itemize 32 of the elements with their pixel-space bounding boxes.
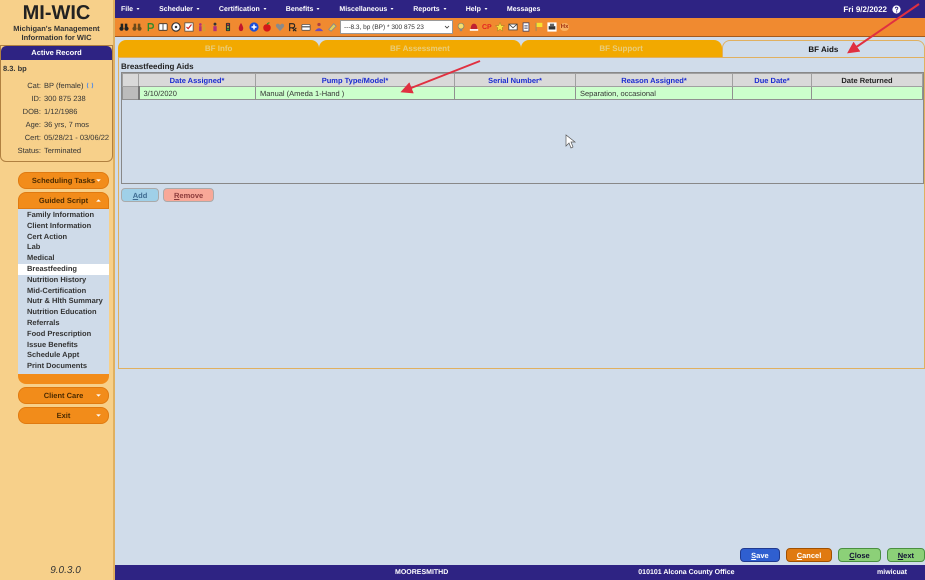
envelope-icon[interactable] (508, 22, 518, 32)
caret-icon[interactable] (442, 6, 448, 12)
help-icon[interactable] (892, 4, 901, 14)
hat-icon[interactable] (469, 22, 479, 32)
card-icon[interactable] (301, 22, 311, 32)
caret-icon[interactable] (135, 6, 142, 12)
caret-icon[interactable] (389, 6, 396, 12)
version-label: 9.0.3.0 (49, 565, 82, 578)
caret-icon[interactable] (315, 6, 322, 12)
gender-icon (86, 81, 94, 90)
caret-icon[interactable] (262, 6, 268, 12)
tab[interactable]: BF Aids (722, 40, 925, 57)
mouse-cursor-icon (566, 134, 576, 148)
chevron-icon (444, 24, 450, 30)
caret-icon[interactable] (482, 6, 489, 12)
rx-icon[interactable] (288, 22, 298, 32)
dial-icon[interactable] (171, 22, 181, 32)
book-icon[interactable] (158, 22, 168, 32)
document-icon[interactable] (520, 22, 531, 32)
star-icon[interactable] (494, 22, 505, 32)
column-header (122, 74, 138, 86)
section-title: Breastfeeding Aids (121, 62, 195, 72)
date-label: Fri 9/2/2022 (843, 4, 887, 14)
checklist-icon[interactable] (184, 22, 194, 32)
lightbulb-icon[interactable] (456, 22, 466, 32)
app-title: MI-WIC (22, 3, 92, 23)
plus-circle-icon[interactable] (249, 22, 259, 32)
printer-icon[interactable] (546, 22, 557, 32)
binoculars-icon[interactable] (119, 22, 129, 32)
binoculars-icon[interactable] (132, 22, 142, 32)
caret-icon[interactable] (194, 6, 201, 12)
traffic-light-icon[interactable] (223, 22, 233, 32)
